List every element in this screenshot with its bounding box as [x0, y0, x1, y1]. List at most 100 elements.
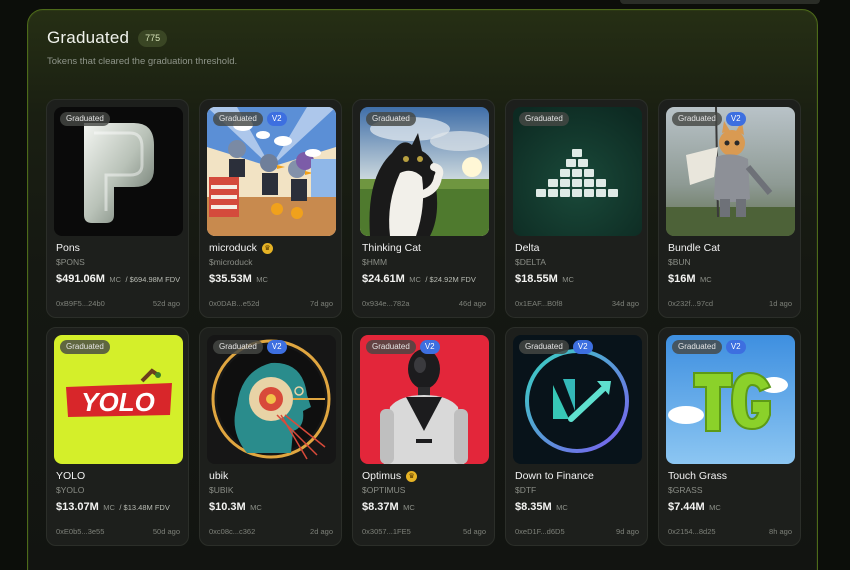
- section-subtitle: Tokens that cleared the graduation thres…: [47, 56, 238, 67]
- market-cap-label: MC: [403, 503, 415, 512]
- contract-address[interactable]: 0x0DAB...e52d: [209, 299, 259, 308]
- market-cap-value: $35.53M: [209, 273, 252, 285]
- token-name: Optimus: [362, 470, 402, 482]
- token-card[interactable]: Graduated V2 Down to Finance $DTF $8.35M…: [505, 327, 648, 546]
- market-cap: $18.55M MC: [515, 270, 643, 287]
- thinking-cat-image: [360, 107, 489, 236]
- graduated-badge: Graduated: [672, 112, 722, 126]
- graduated-badge: Graduated: [672, 340, 722, 354]
- market-cap-label: MC: [109, 275, 122, 284]
- v2-badge: V2: [725, 112, 746, 126]
- token-ticker: $OPTIMUS: [362, 485, 406, 495]
- token-thumbnail: [666, 107, 795, 236]
- token-thumbnail: [54, 107, 183, 236]
- graduated-badge: Graduated: [519, 112, 569, 126]
- token-age: 7d ago: [310, 299, 333, 308]
- comic-birds-image: [207, 107, 336, 236]
- graduated-badge: Graduated: [519, 340, 569, 354]
- market-cap-value: $10.3M: [209, 501, 246, 513]
- crown-icon: ♛: [261, 242, 273, 254]
- market-cap-value: $18.55M: [515, 273, 558, 285]
- token-age: 9d ago: [616, 527, 639, 536]
- token-card[interactable]: Graduated Delta $DELTA $18.55M MC 0x1EAF…: [505, 99, 648, 318]
- contract-address[interactable]: 0xeD1F...d6D5: [515, 527, 565, 536]
- contract-address[interactable]: 0x2154...8d25: [668, 527, 716, 536]
- market-cap-label: MC: [250, 503, 262, 512]
- contract-address[interactable]: 0x232f...97cd: [668, 299, 713, 308]
- market-cap-value: $24.61M: [362, 273, 405, 285]
- market-cap-value: $7.44M: [668, 501, 705, 513]
- optimus-robot-image: [360, 335, 489, 464]
- market-cap-value: $16M: [668, 273, 696, 285]
- market-cap: $13.07M MC / $13.48M FDV: [56, 498, 184, 515]
- ubik-head-image: [207, 335, 336, 464]
- token-card[interactable]: Graduated V2 ubik $UBIK $10.3M MC 0xc08c…: [199, 327, 342, 546]
- token-thumbnail: [207, 335, 336, 464]
- market-cap-label: MC: [699, 275, 712, 284]
- token-ticker: $YOLO: [56, 485, 85, 495]
- token-age: 2d ago: [310, 527, 333, 536]
- svg-text:YOLO: YOLO: [81, 387, 155, 417]
- token-age: 8h ago: [769, 527, 792, 536]
- panel-header: Graduated 775: [47, 28, 168, 48]
- market-cap: $8.35M MC: [515, 498, 643, 515]
- token-name: Delta: [515, 242, 540, 254]
- v2-badge: V2: [419, 340, 440, 354]
- graduated-badge: Graduated: [213, 112, 263, 126]
- contract-address[interactable]: 0x3057...1FE5: [362, 527, 411, 536]
- market-cap-label: MC: [709, 503, 721, 512]
- graduated-panel: Graduated 775 Tokens that cleared the gr…: [27, 9, 818, 570]
- token-card[interactable]: Graduated V2 Touch Grass $GRASS $7.44M M…: [658, 327, 801, 546]
- crown-icon: ♛: [406, 470, 418, 482]
- token-ticker: $BUN: [668, 257, 691, 267]
- token-card[interactable]: Graduated Pons $PONS $491.06M MC / $694.…: [46, 99, 189, 318]
- v2-badge: V2: [266, 112, 287, 126]
- token-thumbnail: [360, 335, 489, 464]
- token-ticker: $HMM: [362, 257, 388, 267]
- token-card[interactable]: YOLO Graduated YOLO $YOLO $13.07M MC / $…: [46, 327, 189, 546]
- top-bar-edge: [620, 0, 820, 4]
- token-name: microduck: [209, 242, 257, 254]
- token-ticker: $microduck: [209, 257, 253, 267]
- market-cap-label: MC: [562, 275, 574, 284]
- fdv-value: / $24.92M FDV: [425, 275, 476, 284]
- token-thumbnail: [513, 107, 642, 236]
- token-thumbnail: YOLO: [54, 335, 183, 464]
- token-thumbnail: [666, 335, 795, 464]
- token-card[interactable]: Graduated V2 Optimus ♛ $OPTIMUS $8.37M M…: [352, 327, 495, 546]
- token-card[interactable]: Graduated V2 Bundle Cat $BUN $16M MC 0x2…: [658, 99, 801, 318]
- token-ticker: $UBIK: [209, 485, 234, 495]
- contract-address[interactable]: 0xB9F5...24b0: [56, 299, 105, 308]
- market-cap: $7.44M MC: [668, 498, 796, 515]
- market-cap-value: $491.06M: [56, 273, 105, 285]
- token-name: Touch Grass: [668, 470, 727, 482]
- graduated-badge: Graduated: [60, 112, 110, 126]
- contract-address[interactable]: 0xc08c...c362: [209, 527, 255, 536]
- market-cap: $16M MC: [668, 270, 796, 287]
- tg-logo-image: [666, 335, 795, 464]
- fdv-value: / $694.98M FDV: [125, 275, 181, 284]
- graduated-badge: Graduated: [366, 112, 416, 126]
- delta-pyramid-image: [513, 107, 642, 236]
- market-cap-label: MC: [256, 275, 268, 284]
- fdv-value: / $13.48M FDV: [119, 503, 170, 512]
- pons-logo-image: [54, 107, 183, 236]
- market-cap-value: $8.37M: [362, 501, 399, 513]
- token-ticker: $DTF: [515, 485, 537, 495]
- token-card[interactable]: Graduated V2 microduck ♛ $microduck $35.…: [199, 99, 342, 318]
- market-cap-value: $13.07M: [56, 501, 99, 513]
- dtf-logo-image: [513, 335, 642, 464]
- market-cap: $35.53M MC: [209, 270, 337, 287]
- token-name: ubik: [209, 470, 229, 482]
- token-name: Bundle Cat: [668, 242, 720, 254]
- token-ticker: $GRASS: [668, 485, 703, 495]
- contract-address[interactable]: 0xE0b5...3e55: [56, 527, 104, 536]
- yolo-logo-image: YOLO: [54, 335, 183, 464]
- v2-badge: V2: [266, 340, 287, 354]
- contract-address[interactable]: 0x1EAF...B0f8: [515, 299, 563, 308]
- knight-cat-image: [666, 107, 795, 236]
- token-thumbnail: [207, 107, 336, 236]
- token-card[interactable]: Graduated Thinking Cat $HMM $24.61M MC /…: [352, 99, 495, 318]
- graduated-badge: Graduated: [213, 340, 263, 354]
- contract-address[interactable]: 0x934e...782a: [362, 299, 410, 308]
